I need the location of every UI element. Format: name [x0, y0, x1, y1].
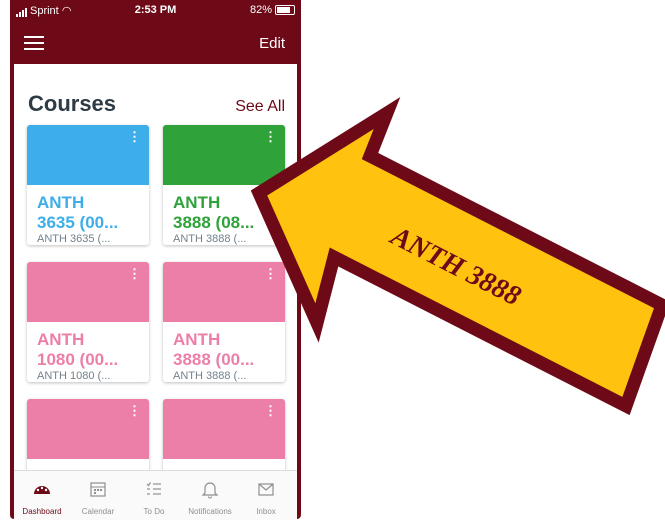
- annotation-arrow: ANTH 3888: [250, 97, 665, 416]
